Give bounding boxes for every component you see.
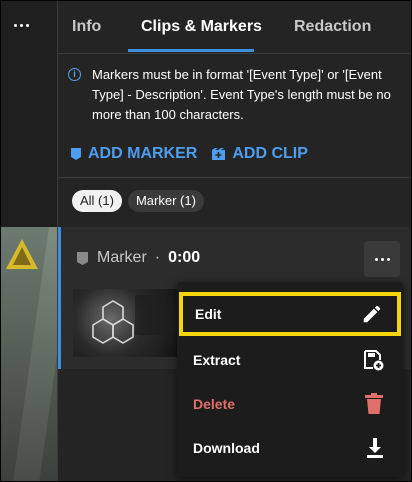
menu-item-delete[interactable]: Delete <box>177 382 403 426</box>
ellipsis-icon <box>374 257 390 261</box>
tab-clips-markers[interactable]: Clips & Markers <box>141 18 262 36</box>
add-clip-button[interactable]: ADD CLIP <box>211 145 308 163</box>
clip-thumbnail[interactable] <box>73 289 179 357</box>
ellipsis-icon <box>13 23 29 27</box>
more-options-button[interactable] <box>11 15 31 35</box>
app-frame: Info Clips & Markers Redaction i Markers… <box>0 0 412 482</box>
edit-label: Edit <box>195 306 222 322</box>
video-preview <box>1 227 57 481</box>
marker-icon <box>77 251 88 265</box>
clip-icon <box>212 148 226 160</box>
marker-header: Marker · 0:00 <box>76 249 200 267</box>
menu-item-edit[interactable]: Edit <box>179 292 401 336</box>
extract-label: Extract <box>193 352 241 368</box>
divider <box>58 177 411 178</box>
add-marker-button[interactable]: ADD MARKER <box>70 145 197 163</box>
filter-marker[interactable]: Marker (1) <box>127 190 204 212</box>
add-marker-label: ADD MARKER <box>88 145 198 162</box>
separator-dot: · <box>154 249 161 266</box>
delete-label: Delete <box>193 396 236 412</box>
logo-triangle-icon <box>6 239 38 269</box>
action-bar: ADD MARKER ADD CLIP <box>70 145 308 163</box>
tab-redaction[interactable]: Redaction <box>294 18 371 36</box>
filter-chips: All (1) Marker (1) <box>72 190 204 212</box>
download-label: Download <box>193 440 260 456</box>
download-icon <box>367 438 383 458</box>
thumbnail-image <box>92 295 179 344</box>
info-text: Markers must be in format '[Event Type]'… <box>92 67 391 122</box>
context-menu: Edit Extract Delete Download <box>177 282 403 477</box>
marker-icon <box>71 148 81 160</box>
tab-bar: Info Clips & Markers Redaction <box>58 1 411 54</box>
extract-icon <box>364 350 384 371</box>
menu-item-extract[interactable]: Extract <box>177 338 403 382</box>
left-column <box>1 1 58 481</box>
tab-info[interactable]: Info <box>72 18 101 36</box>
info-icon: i <box>68 68 81 81</box>
filter-all[interactable]: All (1) <box>72 190 122 212</box>
marker-time: 0:00 <box>168 249 201 266</box>
marker-type-label: Marker <box>97 249 147 266</box>
trash-icon <box>365 393 383 414</box>
item-more-button[interactable] <box>364 241 400 277</box>
menu-item-download[interactable]: Download <box>177 426 403 470</box>
add-clip-label: ADD CLIP <box>232 145 308 162</box>
pencil-icon <box>363 305 381 323</box>
active-tab-indicator <box>128 49 254 52</box>
